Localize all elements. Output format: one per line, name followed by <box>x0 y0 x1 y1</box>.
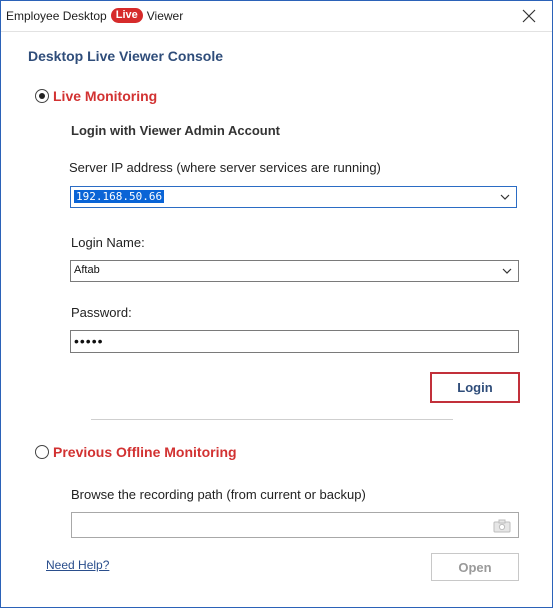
offline-monitoring-label[interactable]: Previous Offline Monitoring <box>53 444 237 460</box>
recording-path-field[interactable] <box>71 512 519 538</box>
title-suffix: Viewer <box>146 8 184 23</box>
radio-selected-dot <box>39 93 45 99</box>
title-prefix: Employee Desktop <box>6 8 107 23</box>
browse-path-label: Browse the recording path (from current … <box>71 487 366 502</box>
console-title: Desktop Live Viewer Console <box>28 48 224 64</box>
login-heading: Login with Viewer Admin Account <box>71 123 280 138</box>
login-name-value: Aftab <box>74 264 100 276</box>
login-button[interactable]: Login <box>430 372 520 403</box>
offline-monitoring-radio[interactable] <box>35 445 49 459</box>
section-divider <box>91 419 453 420</box>
open-button[interactable]: Open <box>431 553 519 581</box>
live-monitoring-radio[interactable] <box>35 89 49 103</box>
chevron-down-icon[interactable] <box>500 193 510 201</box>
login-name-label: Login Name: <box>71 235 145 250</box>
password-label: Password: <box>71 305 132 320</box>
viewer-console-window: Employee Desktop Live Viewer Desktop Liv… <box>0 0 553 608</box>
close-button[interactable] <box>520 7 538 25</box>
server-ip-label: Server IP address (where server services… <box>69 160 381 175</box>
password-masked-value: ••••• <box>74 333 104 349</box>
login-name-combo[interactable]: Aftab <box>70 260 519 282</box>
title-bar: Employee Desktop Live Viewer <box>1 1 552 32</box>
live-monitoring-label[interactable]: Live Monitoring <box>53 88 157 104</box>
chevron-down-icon[interactable] <box>502 267 512 275</box>
live-badge: Live <box>110 8 143 23</box>
close-icon <box>522 9 536 23</box>
server-ip-value: 192.168.50.66 <box>74 190 165 203</box>
password-field[interactable]: ••••• <box>70 330 519 353</box>
need-help-link[interactable]: Need Help? <box>46 558 109 572</box>
window-title: Employee Desktop Live Viewer <box>6 8 183 23</box>
server-ip-combo[interactable]: 192.168.50.66 <box>70 186 517 208</box>
browse-folder-icon[interactable] <box>493 519 511 533</box>
